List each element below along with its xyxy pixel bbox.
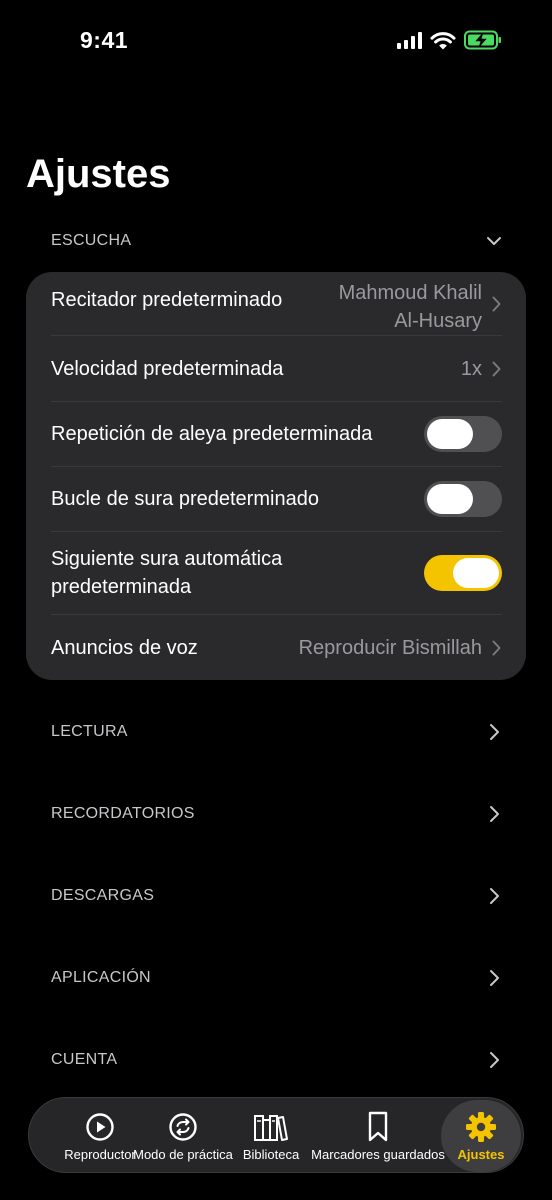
auto-next-label-line2: predeterminada: [51, 576, 192, 598]
row-default-speed[interactable]: Velocidad predeterminada 1x: [51, 336, 502, 402]
section-label-reminders: RECORDATORIOS: [51, 805, 195, 822]
reciter-value-line2: Al-Husary: [394, 309, 482, 332]
section-header-application[interactable]: APLICACIÓN: [26, 958, 526, 998]
bookmark-icon: [367, 1111, 389, 1143]
gear-icon: [465, 1111, 497, 1143]
tab-library[interactable]: Biblioteca: [239, 1098, 303, 1174]
chevron-right-icon: [486, 806, 502, 822]
verse-repeat-label: Repetición de aleya predeterminada: [51, 423, 373, 445]
toggle-knob: [427, 419, 473, 449]
reciter-value-group: Mahmoud Khalil Al-Husary: [339, 273, 502, 335]
row-auto-next-surah: Siguiente sura automática predeterminada: [51, 532, 502, 615]
tab-label-bookmarks: Marcadores guardados: [311, 1146, 445, 1162]
speed-value: 1x: [460, 357, 482, 380]
section-header-downloads[interactable]: DESCARGAS: [26, 876, 526, 916]
battery-charging-icon: [464, 30, 502, 50]
chevron-right-icon: [490, 361, 502, 377]
reciter-label: Recitador predeterminado: [51, 288, 283, 311]
section-label-reading: LECTURA: [51, 723, 128, 740]
repeat-circle-icon: [168, 1111, 198, 1143]
listening-settings-card: Recitador predeterminado Mahmoud Khalil …: [26, 272, 526, 680]
section-label-listening: ESCUCHA: [51, 232, 132, 249]
chevron-right-icon: [486, 888, 502, 904]
books-icon: [253, 1111, 289, 1143]
play-circle-icon: [85, 1111, 115, 1143]
reciter-value: Mahmoud Khalil Al-Husary: [339, 279, 482, 335]
voice-value: Reproducir Bismillah: [298, 636, 482, 659]
row-surah-loop: Bucle de sura predeterminado: [51, 467, 502, 532]
tab-settings[interactable]: Ajustes: [441, 1100, 521, 1172]
section-header-reading[interactable]: LECTURA: [26, 712, 526, 752]
row-default-reciter[interactable]: Recitador predeterminado Mahmoud Khalil …: [51, 272, 502, 336]
surah-loop-label: Bucle de sura predeterminado: [51, 488, 319, 510]
tab-bookmarks[interactable]: Marcadores guardados: [305, 1098, 451, 1174]
reciter-value-line1: Mahmoud Khalil: [338, 281, 482, 304]
section-header-reminders[interactable]: RECORDATORIOS: [26, 794, 526, 834]
wifi-icon: [430, 31, 456, 50]
toggle-knob: [427, 484, 473, 514]
section-header-listening[interactable]: ESCUCHA: [26, 221, 526, 261]
speed-value-group: 1x: [461, 355, 502, 383]
chevron-right-icon: [486, 1052, 502, 1068]
speed-label: Velocidad predeterminada: [51, 357, 284, 380]
tab-practice-mode[interactable]: Modo de práctica: [125, 1098, 241, 1174]
status-time: 9:41: [80, 27, 129, 53]
tab-label-settings: Ajustes: [457, 1146, 505, 1162]
section-header-account[interactable]: CUENTA: [26, 1040, 526, 1080]
chevron-right-icon: [486, 724, 502, 740]
row-voice-announcements[interactable]: Anuncios de voz Reproducir Bismillah: [51, 615, 502, 680]
section-label-downloads: DESCARGAS: [51, 887, 155, 904]
section-label-account: CUENTA: [51, 1051, 118, 1068]
voice-value-group: Reproducir Bismillah: [299, 634, 502, 662]
chevron-right-icon: [490, 640, 502, 656]
chevron-down-icon: [486, 233, 502, 249]
verse-repeat-toggle[interactable]: [424, 416, 502, 452]
cellular-signal-icon: [397, 31, 422, 49]
chevron-right-icon: [486, 970, 502, 986]
page-title: Ajustes: [26, 152, 171, 196]
row-verse-repeat: Repetición de aleya predeterminada: [51, 402, 502, 467]
tab-bar: Reproductor Modo de práctica Biblioteca …: [28, 1097, 524, 1173]
auto-next-toggle[interactable]: [424, 555, 502, 591]
tab-label-practice: Modo de práctica: [133, 1146, 233, 1162]
auto-next-label: Siguiente sura automática predeterminada: [51, 545, 282, 601]
status-bar: 9:41: [0, 0, 552, 82]
chevron-right-icon: [490, 296, 502, 312]
auto-next-label-line1: Siguiente sura automática: [51, 548, 283, 570]
settings-screen: 9:41 Ajustes ESCUCHA Recitador predeterm…: [0, 0, 552, 1200]
status-icons: [397, 30, 502, 50]
tab-label-library: Biblioteca: [242, 1146, 300, 1162]
surah-loop-toggle[interactable]: [424, 481, 502, 517]
section-label-application: APLICACIÓN: [51, 969, 151, 986]
voice-label: Anuncios de voz: [51, 636, 198, 659]
toggle-knob: [453, 558, 499, 588]
